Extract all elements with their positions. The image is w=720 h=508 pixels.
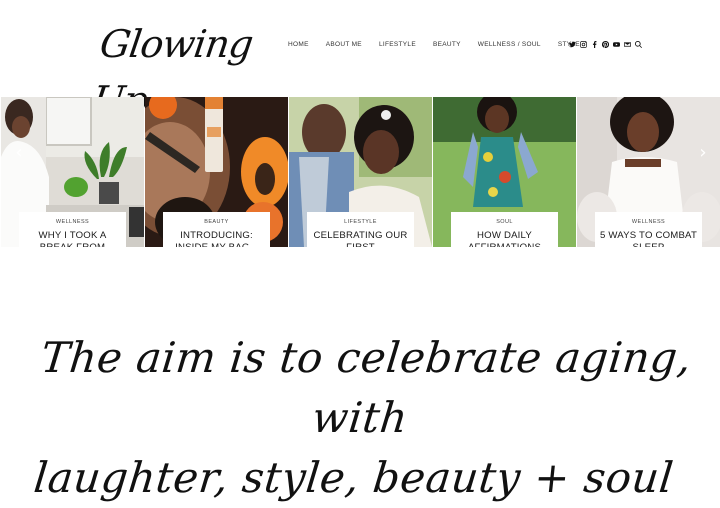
slide-title[interactable]: 5 WAYS TO COMBAT SLEEP DEPRIVATION (595, 230, 702, 247)
email-icon[interactable] (623, 39, 632, 49)
slide-category[interactable]: WELLNESS (595, 219, 702, 225)
slide-sleep-deprivation[interactable]: › WELLNESS 5 WAYS TO COMBAT SLEEP DEPRIV… (577, 97, 720, 247)
instagram-icon[interactable] (579, 39, 588, 49)
slide-title[interactable]: INTRODUCING: INSIDE MY BAG – LANOLAB (163, 230, 270, 247)
nav-lifestyle[interactable]: LIFESTYLE (379, 41, 416, 48)
slide-title[interactable]: CELEBRATING OUR FIRST ANNIVERSARY (307, 230, 414, 247)
slide-card: WELLNESS WHY I TOOK A BREAK FROM SOCIAL … (19, 212, 126, 247)
slide-title[interactable]: WHY I TOOK A BREAK FROM SOCIAL MEDIA (19, 230, 126, 247)
next-arrow-icon[interactable]: › (695, 144, 711, 162)
nav-about-me[interactable]: ABOUT ME (326, 41, 362, 48)
slide-card: BEAUTY INTRODUCING: INSIDE MY BAG – LANO… (163, 212, 270, 247)
main-nav: HOME ABOUT ME LIFESTYLE BEAUTY WELLNESS … (288, 38, 597, 50)
slide-card: SOUL HOW DAILY AFFIRMATIONS CHANGED MY L… (451, 212, 558, 247)
nav-home[interactable]: HOME (288, 41, 309, 48)
slide-title[interactable]: HOW DAILY AFFIRMATIONS CHANGED MY LIFE (451, 230, 558, 247)
youtube-icon[interactable] (612, 39, 621, 49)
site-tagline: The aim is to celebrate aging, with laug… (0, 328, 720, 508)
slide-daily-affirmations[interactable]: SOUL HOW DAILY AFFIRMATIONS CHANGED MY L… (433, 97, 576, 247)
slide-category[interactable]: WELLNESS (19, 219, 126, 225)
slide-social-media-break[interactable]: ‹ WELLNESS WHY I TOOK A BREAK FROM SOCIA… (1, 97, 144, 247)
site-logo[interactable]: Glowing Up (89, 16, 255, 122)
nav-beauty[interactable]: BEAUTY (433, 41, 461, 48)
facebook-icon[interactable] (590, 39, 599, 49)
slide-first-anniversary[interactable]: LIFESTYLE CELEBRATING OUR FIRST ANNIVERS… (289, 97, 432, 247)
pinterest-icon[interactable] (601, 39, 610, 49)
search-icon[interactable] (634, 39, 643, 49)
social-icons (568, 38, 645, 50)
tagline-line-1: The aim is to celebrate aging, with (38, 333, 695, 442)
prev-arrow-icon[interactable]: ‹ (11, 144, 27, 162)
nav-wellness-soul[interactable]: WELLNESS / SOUL (478, 41, 541, 48)
featured-slider: ‹ WELLNESS WHY I TOOK A BREAK FROM SOCIA… (0, 97, 720, 247)
slide-category[interactable]: SOUL (451, 219, 558, 225)
slide-card: WELLNESS 5 WAYS TO COMBAT SLEEP DEPRIVAT… (595, 212, 702, 247)
slide-card: LIFESTYLE CELEBRATING OUR FIRST ANNIVERS… (307, 212, 414, 247)
slide-category[interactable]: LIFESTYLE (307, 219, 414, 225)
tagline-line-2: laughter, style, beauty + soul (31, 453, 676, 502)
slide-category[interactable]: BEAUTY (163, 219, 270, 225)
twitter-icon[interactable] (568, 39, 577, 49)
slide-inside-my-bag[interactable]: BEAUTY INTRODUCING: INSIDE MY BAG – LANO… (145, 97, 288, 247)
